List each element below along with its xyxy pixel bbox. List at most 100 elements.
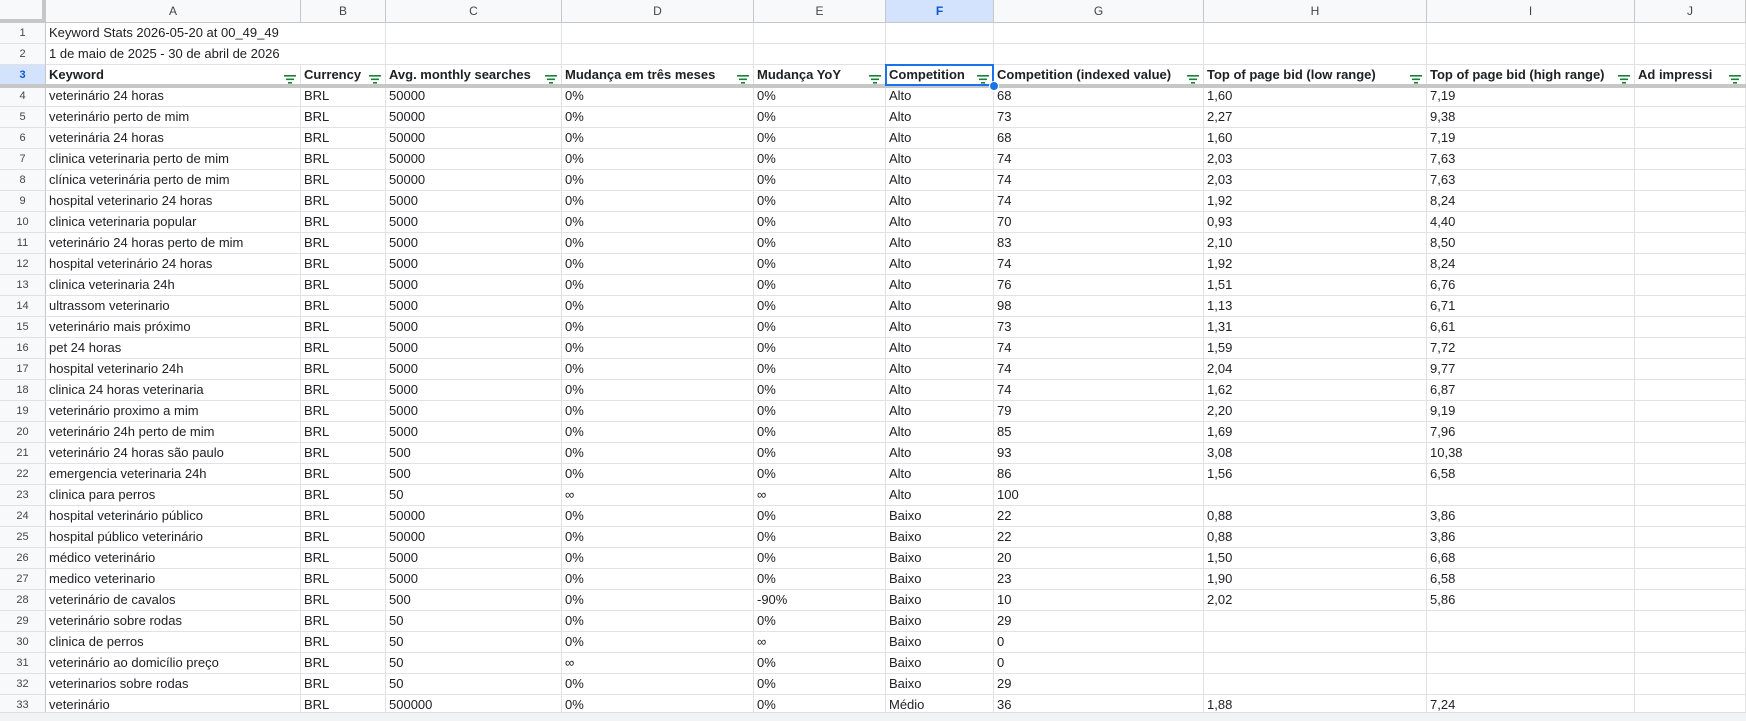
cell-b2[interactable] (301, 44, 386, 65)
cell-e10[interactable]: 0% (754, 212, 886, 233)
cell-b24[interactable]: BRL (301, 506, 386, 527)
cell-j4[interactable] (1635, 86, 1746, 107)
row-header-5[interactable]: 5 (0, 107, 46, 128)
cell-a6[interactable]: veterinária 24 horas (46, 128, 301, 149)
cell-b12[interactable]: BRL (301, 254, 386, 275)
cell-h14[interactable]: 1,13 (1204, 296, 1427, 317)
cell-g14[interactable]: 98 (994, 296, 1204, 317)
cell-h32[interactable] (1204, 674, 1427, 695)
cell-b25[interactable]: BRL (301, 527, 386, 548)
cell-i9[interactable]: 8,24 (1427, 191, 1635, 212)
column-header-h[interactable]: H (1204, 0, 1427, 23)
cell-c23[interactable]: 50 (386, 485, 562, 506)
filter-icon[interactable] (869, 70, 881, 84)
cell-j18[interactable] (1635, 380, 1746, 401)
cell-i22[interactable]: 6,58 (1427, 464, 1635, 485)
cell-f24[interactable]: Baixo (886, 506, 994, 527)
cell-c1[interactable] (386, 23, 562, 44)
cell-j19[interactable] (1635, 401, 1746, 422)
cell-a31[interactable]: veterinário ao domicílio preço (46, 653, 301, 674)
cell-c7[interactable]: 50000 (386, 149, 562, 170)
cell-d19[interactable]: 0% (562, 401, 754, 422)
cell-f10[interactable]: Alto (886, 212, 994, 233)
cell-c5[interactable]: 50000 (386, 107, 562, 128)
cell-d31[interactable]: ∞ (562, 653, 754, 674)
cell-i24[interactable]: 3,86 (1427, 506, 1635, 527)
cell-f31[interactable]: Baixo (886, 653, 994, 674)
header-cell-a[interactable]: Keyword (46, 65, 301, 86)
cell-c11[interactable]: 5000 (386, 233, 562, 254)
cell-b19[interactable]: BRL (301, 401, 386, 422)
cell-a16[interactable]: pet 24 horas (46, 338, 301, 359)
cell-c30[interactable]: 50 (386, 632, 562, 653)
cell-f18[interactable]: Alto (886, 380, 994, 401)
cell-e13[interactable]: 0% (754, 275, 886, 296)
cell-f28[interactable]: Baixo (886, 590, 994, 611)
cell-j13[interactable] (1635, 275, 1746, 296)
cell-j31[interactable] (1635, 653, 1746, 674)
cell-a23[interactable]: clinica para perros (46, 485, 301, 506)
cell-c17[interactable]: 5000 (386, 359, 562, 380)
cell-h4[interactable]: 1,60 (1204, 86, 1427, 107)
cell-e25[interactable]: 0% (754, 527, 886, 548)
cell-a1[interactable]: Keyword Stats 2026-05-20 at 00_49_49 (46, 23, 301, 44)
cell-f26[interactable]: Baixo (886, 548, 994, 569)
cell-e19[interactable]: 0% (754, 401, 886, 422)
cell-g2[interactable] (994, 44, 1204, 65)
cell-j14[interactable] (1635, 296, 1746, 317)
row-header-11[interactable]: 11 (0, 233, 46, 254)
cell-g25[interactable]: 22 (994, 527, 1204, 548)
cell-h16[interactable]: 1,59 (1204, 338, 1427, 359)
cell-f11[interactable]: Alto (886, 233, 994, 254)
cell-a11[interactable]: veterinário 24 horas perto de mim (46, 233, 301, 254)
cell-f8[interactable]: Alto (886, 170, 994, 191)
cell-h8[interactable]: 2,03 (1204, 170, 1427, 191)
cell-i15[interactable]: 6,61 (1427, 317, 1635, 338)
cell-i18[interactable]: 6,87 (1427, 380, 1635, 401)
cell-d4[interactable]: 0% (562, 86, 754, 107)
row-header-32[interactable]: 32 (0, 674, 46, 695)
column-header-b[interactable]: B (301, 0, 386, 23)
row-header-6[interactable]: 6 (0, 128, 46, 149)
cell-g18[interactable]: 74 (994, 380, 1204, 401)
cell-b6[interactable]: BRL (301, 128, 386, 149)
cell-f14[interactable]: Alto (886, 296, 994, 317)
cell-c13[interactable]: 5000 (386, 275, 562, 296)
column-header-a[interactable]: A (46, 0, 301, 23)
frozen-rows-divider[interactable] (0, 84, 1746, 88)
cell-g19[interactable]: 79 (994, 401, 1204, 422)
row-header-7[interactable]: 7 (0, 149, 46, 170)
row-header-19[interactable]: 19 (0, 401, 46, 422)
cell-j22[interactable] (1635, 464, 1746, 485)
column-header-g[interactable]: G (994, 0, 1204, 23)
cell-h1[interactable] (1204, 23, 1427, 44)
cell-h28[interactable]: 2,02 (1204, 590, 1427, 611)
cell-b30[interactable]: BRL (301, 632, 386, 653)
cell-d8[interactable]: 0% (562, 170, 754, 191)
cell-j9[interactable] (1635, 191, 1746, 212)
cell-e9[interactable]: 0% (754, 191, 886, 212)
cell-i30[interactable] (1427, 632, 1635, 653)
cell-g17[interactable]: 74 (994, 359, 1204, 380)
cell-a14[interactable]: ultrassom veterinario (46, 296, 301, 317)
spreadsheet-grid[interactable]: A B C D E F G H I J 1 Keyword Stats 2026-05-20 at 0… (0, 0, 1746, 721)
cell-e1[interactable] (754, 23, 886, 44)
cell-j11[interactable] (1635, 233, 1746, 254)
cell-g4[interactable]: 68 (994, 86, 1204, 107)
cell-d18[interactable]: 0% (562, 380, 754, 401)
cell-h19[interactable]: 2,20 (1204, 401, 1427, 422)
cell-g6[interactable]: 68 (994, 128, 1204, 149)
cell-i32[interactable] (1427, 674, 1635, 695)
cell-g15[interactable]: 73 (994, 317, 1204, 338)
cell-e27[interactable]: 0% (754, 569, 886, 590)
cell-f22[interactable]: Alto (886, 464, 994, 485)
cell-j29[interactable] (1635, 611, 1746, 632)
cell-f29[interactable]: Baixo (886, 611, 994, 632)
filter-icon[interactable] (545, 70, 557, 84)
cell-c22[interactable]: 500 (386, 464, 562, 485)
cell-b28[interactable]: BRL (301, 590, 386, 611)
cell-d2[interactable] (562, 44, 754, 65)
cell-d16[interactable]: 0% (562, 338, 754, 359)
cell-c24[interactable]: 50000 (386, 506, 562, 527)
cell-g29[interactable]: 29 (994, 611, 1204, 632)
